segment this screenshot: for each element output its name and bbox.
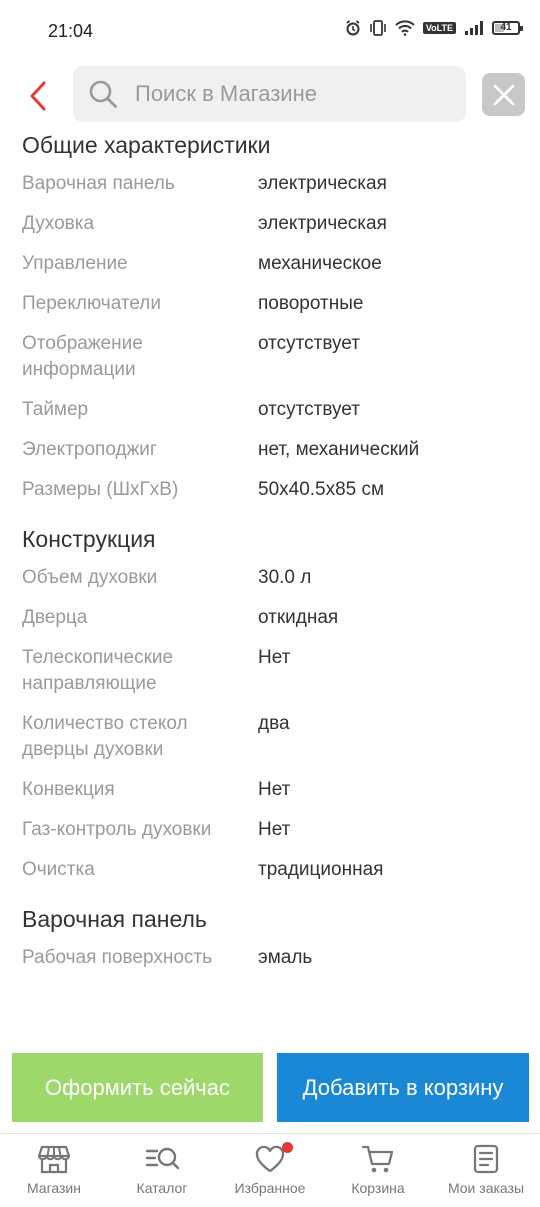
spec-value: Нет bbox=[258, 819, 291, 840]
spec-row: Варочная панель электрическая bbox=[0, 164, 540, 204]
status-bar: 21:04 VoLTE 41 bbox=[0, 0, 540, 62]
status-time: 21:04 bbox=[48, 21, 94, 41]
spec-label: Дверца bbox=[22, 607, 88, 628]
spec-value: электрическая bbox=[258, 173, 387, 194]
spec-label: Варочная панель bbox=[22, 173, 175, 194]
section-title: Варочная панель bbox=[22, 906, 207, 932]
spec-label: Таймер bbox=[22, 399, 89, 420]
nav-label: Корзина bbox=[351, 1180, 405, 1196]
spec-value: нет, механический bbox=[258, 439, 420, 460]
spec-label: Количество стекол дверцы духовки bbox=[22, 713, 188, 760]
spec-value: механическое bbox=[258, 253, 382, 274]
spec-value: поворотные bbox=[258, 293, 364, 314]
action-bar: Оформить сейчас Добавить в корзину bbox=[0, 1053, 540, 1123]
spec-value: эмаль bbox=[258, 947, 313, 968]
nav-item-cart[interactable]: Корзина bbox=[324, 1134, 432, 1207]
spec-value: откидная bbox=[258, 607, 339, 628]
spec-value: 50x40.5x85 см bbox=[258, 479, 385, 500]
spec-row: Телескопические направляющие Нет bbox=[0, 638, 540, 704]
clear-search-button[interactable] bbox=[482, 73, 525, 116]
spec-value: 30.0 л bbox=[258, 567, 312, 588]
back-button[interactable] bbox=[18, 76, 58, 116]
spec-row: Электроподжиг нет, механический bbox=[0, 430, 540, 470]
spec-value: традиционная bbox=[258, 859, 384, 880]
bottom-navigation: Магазин Каталог Избранное Корзина Мои за… bbox=[0, 1133, 540, 1207]
nav-item-favorites[interactable]: Избранное bbox=[216, 1134, 324, 1207]
spec-value: отсутствует bbox=[258, 333, 360, 354]
spec-row: Конвекция Нет bbox=[0, 770, 540, 810]
spec-row: Дверца откидная bbox=[0, 598, 540, 638]
signal-icon bbox=[465, 21, 483, 35]
store-icon bbox=[38, 1145, 70, 1174]
vibrate-icon bbox=[370, 20, 386, 36]
wifi-icon bbox=[395, 20, 415, 36]
search-input[interactable] bbox=[133, 80, 437, 108]
search-box[interactable] bbox=[73, 66, 466, 122]
spec-row: Управление механическое bbox=[0, 244, 540, 284]
alarm-icon bbox=[346, 20, 360, 36]
spec-row: Количество стекол дверцы духовки два bbox=[0, 704, 540, 770]
nav-label: Мои заказы bbox=[447, 1180, 525, 1196]
chevron-left-icon bbox=[30, 81, 46, 111]
volte-badge: VoLTE bbox=[422, 22, 456, 34]
nav-label: Каталог bbox=[136, 1180, 188, 1196]
spec-label: Объем духовки bbox=[22, 567, 158, 588]
status-icons: VoLTE 41 bbox=[345, 20, 523, 36]
spec-label: Конвекция bbox=[22, 779, 115, 800]
nav-item-catalog[interactable]: Каталог bbox=[108, 1134, 216, 1207]
spec-label: Переключатели bbox=[22, 293, 161, 314]
spec-row: Духовка электрическая bbox=[0, 204, 540, 244]
spec-label: Телескопические направляющие bbox=[22, 647, 174, 694]
spec-row: Объем духовки 30.0 л bbox=[0, 558, 540, 598]
add-to-cart-button[interactable]: Добавить в корзину bbox=[277, 1053, 529, 1122]
spec-value: отсутствует bbox=[258, 399, 360, 420]
nav-item-orders[interactable]: Мои заказы bbox=[432, 1134, 540, 1207]
orders-icon bbox=[473, 1144, 499, 1174]
spec-row: Переключатели поворотные bbox=[0, 284, 540, 324]
spec-row: Отображение информации отсутствует bbox=[0, 324, 540, 390]
spec-value: два bbox=[258, 713, 290, 734]
search-header bbox=[0, 66, 540, 124]
spec-label: Очистка bbox=[22, 859, 95, 880]
spec-row: Размеры (ШхГхВ) 50x40.5x85 см bbox=[0, 470, 540, 510]
spec-value: Нет bbox=[258, 647, 291, 668]
spec-value: Нет bbox=[258, 779, 291, 800]
search-icon bbox=[87, 78, 119, 110]
close-icon bbox=[493, 84, 514, 105]
spec-label: Рабочая поверхность bbox=[22, 947, 212, 968]
catalog-search-icon bbox=[145, 1147, 179, 1170]
spec-row: Газ-контроль духовки Нет bbox=[0, 810, 540, 850]
spec-row: Таймер отсутствует bbox=[0, 390, 540, 430]
section-title: Общие характеристики bbox=[22, 132, 271, 158]
battery-icon: 41 bbox=[492, 21, 523, 35]
spec-label: Электроподжиг bbox=[22, 439, 157, 460]
spec-label: Отображение информации bbox=[22, 333, 143, 380]
spec-label: Духовка bbox=[22, 213, 95, 234]
specifications-list: Общие характеристики Варочная панель элект… bbox=[0, 126, 540, 978]
favorites-notification-dot bbox=[282, 1142, 293, 1153]
checkout-now-button[interactable]: Оформить сейчас bbox=[12, 1053, 263, 1122]
nav-label: Избранное bbox=[234, 1180, 306, 1196]
section-title: Конструкция bbox=[22, 526, 156, 552]
spec-row: Очистка традиционная bbox=[0, 850, 540, 890]
spec-label: Газ-контроль духовки bbox=[22, 819, 212, 840]
nav-label: Магазин bbox=[26, 1180, 81, 1196]
spec-label: Управление bbox=[22, 253, 128, 274]
spec-value: электрическая bbox=[258, 213, 387, 234]
battery-level: 41 bbox=[500, 22, 512, 33]
spec-label: Размеры (ШхГхВ) bbox=[22, 479, 179, 500]
nav-item-store[interactable]: Магазин bbox=[0, 1134, 108, 1207]
cart-icon bbox=[361, 1145, 394, 1173]
spec-row: Рабочая поверхность эмаль bbox=[0, 938, 540, 978]
